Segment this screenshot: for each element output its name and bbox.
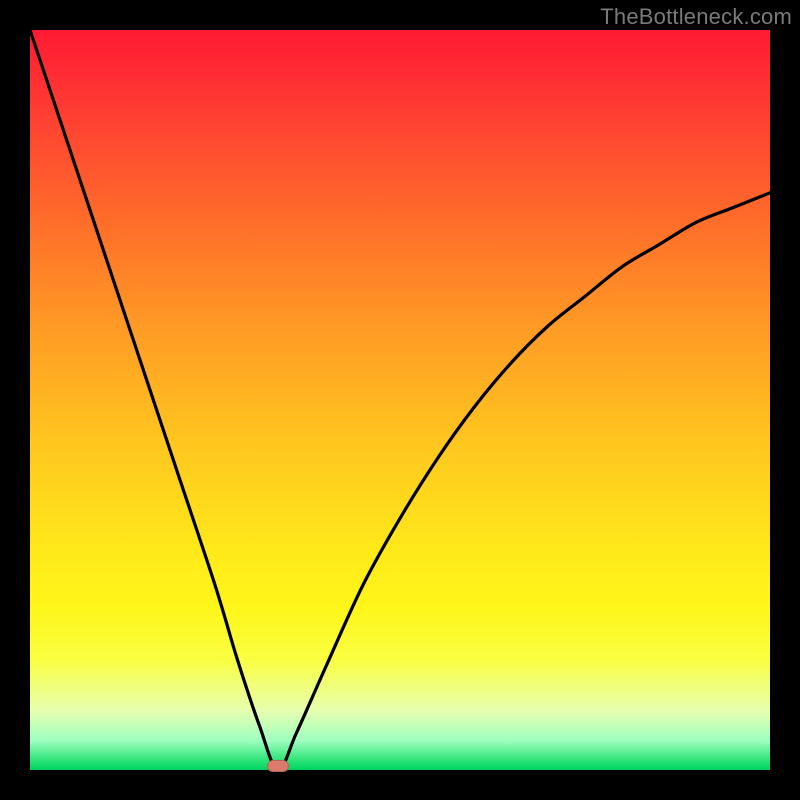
bottleneck-curve	[30, 30, 770, 770]
plot-area	[30, 30, 770, 770]
minimum-marker	[267, 760, 289, 772]
watermark-text: TheBottleneck.com	[600, 4, 792, 30]
outer-frame: TheBottleneck.com	[0, 0, 800, 800]
